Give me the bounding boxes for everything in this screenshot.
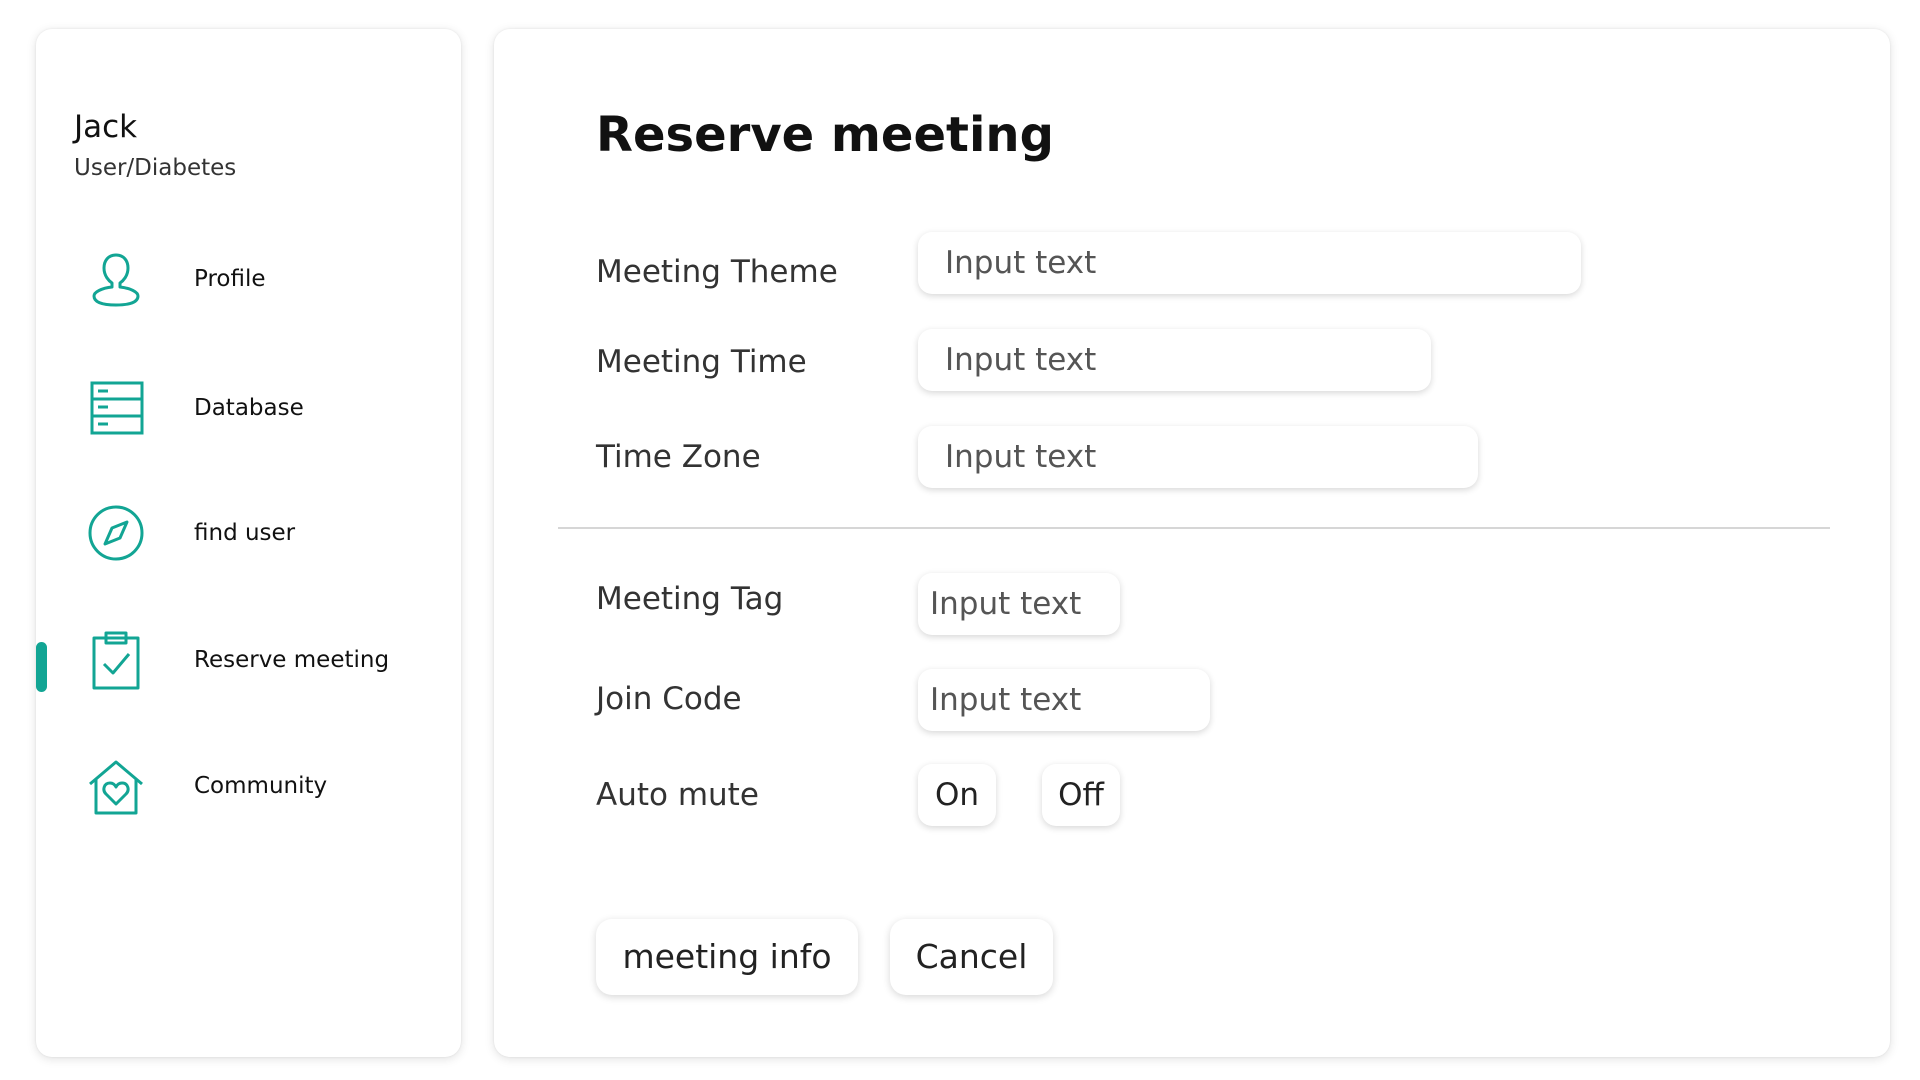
user-icon <box>86 249 146 309</box>
reserve-meeting-panel: Reserve meeting Meeting Theme Meeting Ti… <box>494 29 1890 1057</box>
database-icon <box>86 378 146 438</box>
page-title: Reserve meeting <box>596 107 1054 163</box>
auto-mute-off-button[interactable]: Off <box>1042 764 1120 826</box>
sidebar-item-label: find user <box>194 520 296 546</box>
meeting-tag-label: Meeting Tag <box>596 581 784 617</box>
sidebar-item-reserve-meeting[interactable]: Reserve meeting <box>36 620 461 700</box>
sidebar-item-label: Database <box>194 395 304 421</box>
cancel-button[interactable]: Cancel <box>890 919 1053 995</box>
section-divider <box>558 527 1830 529</box>
sidebar-item-database[interactable]: Database <box>36 368 461 448</box>
meeting-tag-input[interactable] <box>918 573 1120 635</box>
sidebar-item-label: Profile <box>194 266 266 292</box>
time-zone-input[interactable] <box>918 426 1478 488</box>
join-code-input[interactable] <box>918 669 1210 731</box>
time-zone-label: Time Zone <box>596 439 761 475</box>
auto-mute-label: Auto mute <box>596 777 759 813</box>
compass-icon <box>86 503 146 563</box>
sidebar-item-label: Reserve meeting <box>194 647 390 673</box>
user-name: Jack <box>74 109 138 145</box>
sidebar-item-label: Community <box>194 773 328 799</box>
sidebar-item-profile[interactable]: Profile <box>36 239 461 319</box>
meeting-theme-label: Meeting Theme <box>596 254 838 290</box>
home-heart-icon <box>86 756 146 816</box>
meeting-info-button[interactable]: meeting info <box>596 919 858 995</box>
sidebar-item-community[interactable]: Community <box>36 746 461 826</box>
meeting-time-label: Meeting Time <box>596 344 807 380</box>
auto-mute-on-button[interactable]: On <box>918 764 996 826</box>
active-indicator <box>36 642 47 692</box>
clipboard-check-icon <box>86 630 146 690</box>
join-code-label: Join Code <box>596 681 742 717</box>
sidebar-item-find-user[interactable]: find user <box>36 493 461 573</box>
user-role: User/Diabetes <box>74 155 237 181</box>
meeting-time-input[interactable] <box>918 329 1431 391</box>
meeting-theme-input[interactable] <box>918 232 1581 294</box>
sidebar: Jack User/Diabetes Profile Database find… <box>36 29 461 1057</box>
